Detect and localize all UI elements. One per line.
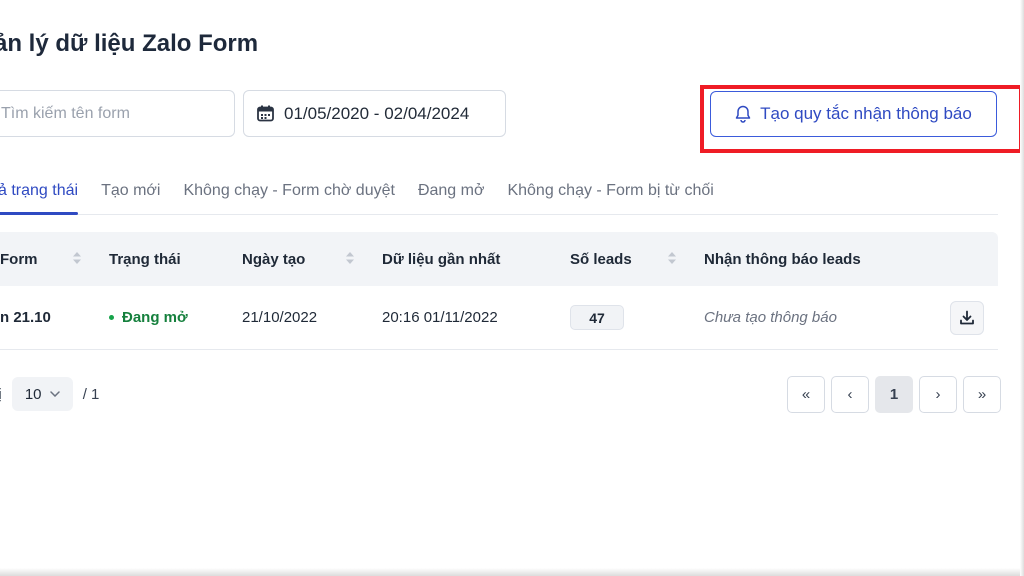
status-badge: Đang mở <box>109 286 188 349</box>
last-page-button[interactable]: » <box>963 376 1001 413</box>
notification-status: Chưa tạo thông báo <box>704 309 837 326</box>
chevron-down-icon <box>49 391 60 397</box>
pagination: « ‹ 1 › » <box>787 376 1001 413</box>
page-size-control: hị 10 / 1 <box>0 377 99 411</box>
column-header-status: Trạng thái <box>109 250 181 268</box>
calendar-icon <box>257 105 274 122</box>
column-header-lead-notification: Nhận thông báo leads <box>704 250 861 268</box>
search-input[interactable] <box>1 104 234 123</box>
column-header-created: Ngày tạo <box>242 250 306 268</box>
sort-icon[interactable] <box>345 251 355 265</box>
page-size-prefix: hị <box>0 386 2 403</box>
date-range-value: 01/05/2020 - 02/04/2024 <box>284 103 470 123</box>
page-size-value: 10 <box>24 385 42 403</box>
table-row[interactable]: n 21.10 Đang mở 21/10/2022 20:16 01/11/2… <box>0 286 998 350</box>
page-title: ản lý dữ liệu Zalo Form <box>0 30 259 57</box>
created-date: 21/10/2022 <box>242 309 318 326</box>
tab-new[interactable]: Tạo mới <box>101 170 160 214</box>
date-range-picker[interactable]: 01/05/2020 - 02/04/2024 <box>243 90 506 137</box>
prev-page-button[interactable]: ‹ <box>831 376 869 413</box>
column-header-form: Form <box>0 250 38 268</box>
download-cell <box>950 286 984 349</box>
tab-pending-review[interactable]: Không chạy - Form chờ duyệt <box>183 170 394 214</box>
leads-count-cell: 47 <box>570 286 624 349</box>
sort-icon[interactable] <box>667 251 677 265</box>
status-tabs: cả trạng thái Tạo mới Không chạy - Form … <box>0 170 998 215</box>
page-number-button[interactable]: 1 <box>875 376 913 413</box>
form-name[interactable]: n 21.10 <box>0 286 51 349</box>
forms-table: Form Trạng thái Ngày tạo Dữ liệu gần nhấ… <box>0 232 998 350</box>
search-field[interactable] <box>0 90 235 137</box>
create-notification-rule-button[interactable]: Tạo quy tắc nhận thông báo <box>710 91 997 137</box>
column-header-latest-data: Dữ liệu gần nhất <box>382 250 501 268</box>
table-header: Form Trạng thái Ngày tạo Dữ liệu gần nhấ… <box>0 232 998 286</box>
next-page-button[interactable]: › <box>919 376 957 413</box>
status-dot <box>109 315 114 320</box>
bottom-edge-shadow <box>0 568 1024 576</box>
download-icon <box>959 310 975 326</box>
sort-icon[interactable] <box>72 251 82 265</box>
create-notification-rule-label: Tạo quy tắc nhận thông báo <box>760 104 972 123</box>
column-header-leads: Số leads <box>570 250 632 268</box>
bell-icon <box>735 105 751 123</box>
tab-open[interactable]: Đang mở <box>418 170 485 214</box>
latest-data-time: 20:16 01/11/2022 <box>382 309 498 326</box>
leads-count: 47 <box>570 305 624 330</box>
right-edge-shadow <box>1020 0 1024 576</box>
first-page-button[interactable]: « <box>787 376 825 413</box>
tab-all-status[interactable]: cả trạng thái <box>0 170 79 215</box>
status-label: Đang mở <box>122 309 188 326</box>
page-size-select[interactable]: 10 <box>11 377 73 411</box>
total-pages: / 1 <box>82 385 100 403</box>
download-button[interactable] <box>950 300 984 335</box>
tab-rejected[interactable]: Không chạy - Form bị từ chối <box>507 170 713 214</box>
